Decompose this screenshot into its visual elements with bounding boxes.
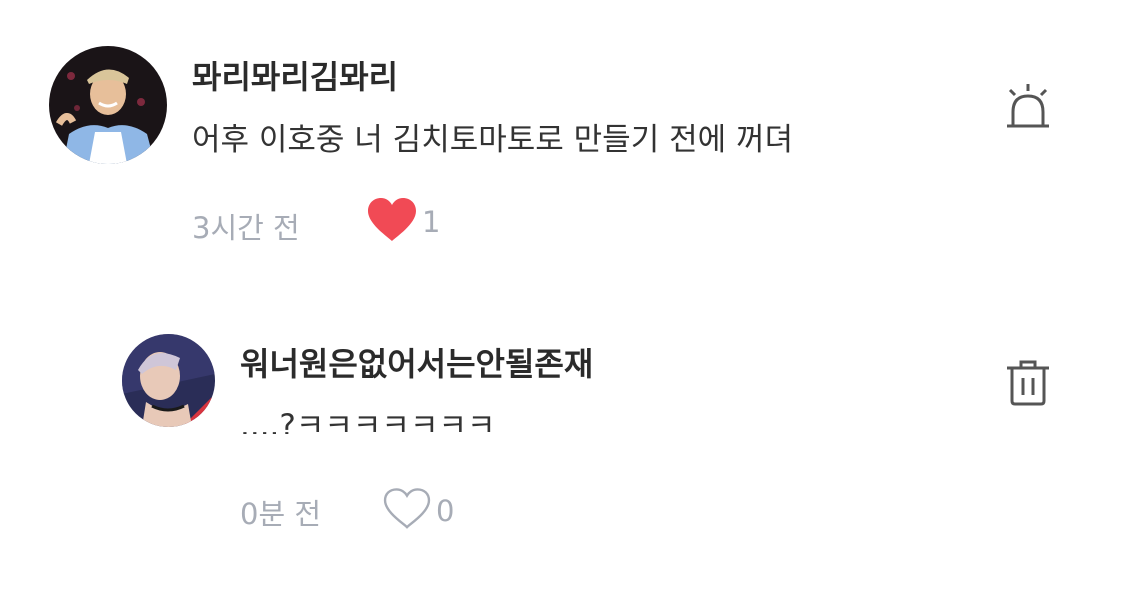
trash-icon[interactable] (1004, 358, 1052, 412)
timestamp: 0분 전 (240, 497, 322, 531)
comment-text: ....?ㅋㅋㅋㅋㅋㅋㅋ (240, 408, 496, 434)
timestamp: 3시간 전 (192, 211, 300, 245)
heart-icon (366, 198, 418, 246)
username[interactable]: 워너원은없어서는안될존재 (240, 339, 593, 385)
heart-outline-icon (382, 488, 432, 534)
username[interactable]: 뫄리뫄리김뫄리 (192, 52, 398, 98)
like-button[interactable]: 0 (382, 488, 455, 534)
avatar[interactable] (49, 46, 167, 164)
alarm-icon[interactable] (1002, 82, 1054, 136)
like-count: 0 (436, 494, 455, 528)
like-count: 1 (422, 205, 441, 239)
avatar[interactable] (122, 334, 215, 427)
like-button[interactable]: 1 (366, 198, 441, 246)
comment-text: 어후 이호중 너 김치토마토로 만들기 전에 꺼뎌 (192, 122, 794, 158)
